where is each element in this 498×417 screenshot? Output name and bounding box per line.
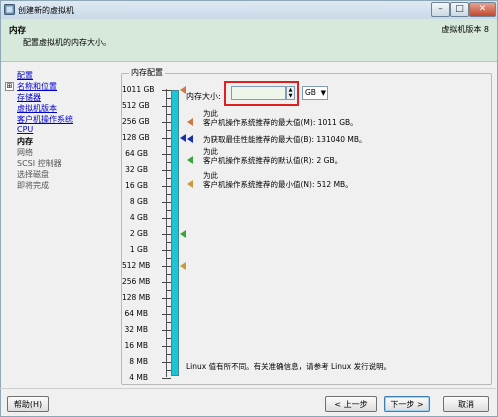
- scale-label: 512 MB: [122, 261, 151, 270]
- info-min-recommended: 客户机操作系统推荐的最小值(N): 512 MB。: [203, 180, 353, 189]
- memory-spinner[interactable]: ▲ ▼: [286, 86, 295, 100]
- scale-label: 2 GB: [129, 229, 148, 238]
- hardware-version-label: 虚拟机版本 8: [441, 25, 489, 34]
- page-title: 内存: [9, 26, 27, 36]
- next-button[interactable]: 下一步 >: [384, 396, 430, 412]
- info-default-recommended: 客户机操作系统推荐的默认值(R): 2 GB。: [203, 156, 343, 165]
- step-ready: 即将完成: [17, 181, 49, 190]
- vmware-app-icon: [4, 4, 15, 15]
- dropdown-arrow-icon: ▼: [320, 89, 326, 97]
- scale-label: 128 GB: [122, 133, 150, 142]
- scale-label: 64 MB: [124, 309, 148, 318]
- step-configuration[interactable]: 配置: [17, 70, 33, 81]
- step-network: 网络: [17, 148, 33, 157]
- scale-label: 512 GB: [122, 101, 150, 110]
- scale-label: 256 MB: [122, 277, 151, 286]
- scale-axis-line: [166, 89, 167, 377]
- step-cpu[interactable]: CPU: [17, 125, 33, 134]
- scale-label: 16 GB: [125, 181, 148, 190]
- title-bar[interactable]: 创建新的虚拟机 – □ ✕: [1, 1, 497, 19]
- step-scsi-controller: SCSI 控制器: [17, 159, 62, 168]
- scale-tick: [162, 378, 171, 379]
- wizard-header: 内存 配置虚拟机的内存大小。 虚拟机版本 8: [1, 19, 497, 62]
- default-level-marker-icon: [180, 230, 186, 238]
- step-guest-os[interactable]: 客户机操作系统: [17, 114, 73, 125]
- scale-label: 4 MB: [129, 373, 148, 382]
- info-best-performance: 为获取最佳性能推荐的最大值(B): 131040 MB。: [203, 135, 367, 144]
- minimize-icon: –: [438, 4, 443, 14]
- memory-unit-value: GB: [305, 88, 316, 97]
- default-recommended-marker-icon: [187, 156, 193, 164]
- scale-label: 32 MB: [124, 325, 148, 334]
- scale-label: 4 GB: [129, 213, 148, 222]
- scale-label: 8 MB: [129, 357, 148, 366]
- memory-slider-track[interactable]: [171, 90, 179, 376]
- scale-label: 256 GB: [122, 117, 150, 126]
- min-level-marker-icon: [180, 262, 186, 270]
- memory-size-input[interactable]: [231, 86, 286, 100]
- linux-note: Linux 值有所不同。有关准确信息，请参考 Linux 发行说明。: [186, 362, 392, 371]
- memory-size-label: 内存大小:: [186, 92, 221, 101]
- step-memory: 内存: [17, 137, 33, 146]
- maximize-button[interactable]: □: [450, 2, 469, 17]
- scale-label: 8 GB: [129, 197, 148, 206]
- step-select-disk: 选择磁盘: [17, 170, 49, 179]
- help-button[interactable]: 帮助(H): [7, 396, 49, 412]
- page-subtitle: 配置虚拟机的内存大小。: [23, 38, 111, 47]
- minimize-button[interactable]: –: [431, 2, 450, 17]
- info-max-recommended: 客户机操作系统推荐的最大值(M): 1011 GB。: [203, 118, 358, 127]
- scale-label: 1011 GB: [122, 85, 155, 94]
- step-name-location[interactable]: 名称和位置: [17, 81, 57, 92]
- scale-label: 16 MB: [124, 341, 148, 350]
- scale-label: 64 GB: [125, 149, 148, 158]
- maximize-icon: □: [455, 4, 464, 14]
- memory-unit-select[interactable]: GB ▼: [302, 86, 328, 100]
- back-button[interactable]: < 上一步: [325, 396, 377, 412]
- step-vm-version[interactable]: 虚拟机版本: [17, 103, 57, 114]
- spin-down-icon[interactable]: ▼: [287, 93, 294, 99]
- max-recommended-marker-icon: [187, 118, 193, 126]
- best-level-marker-icon: [180, 134, 186, 142]
- step-storage[interactable]: 存储器: [17, 92, 41, 103]
- scale-label: 1 GB: [129, 245, 148, 254]
- scale-label: 32 GB: [125, 165, 148, 174]
- close-button[interactable]: ✕: [469, 2, 496, 17]
- window-title: 创建新的虚拟机: [18, 6, 74, 15]
- close-icon: ✕: [478, 4, 487, 14]
- expand-icon[interactable]: ⊞: [5, 82, 14, 91]
- best-performance-marker-icon: [187, 135, 193, 143]
- memory-config-label: 内存配置: [129, 67, 165, 78]
- scale-label: 128 MB: [122, 293, 151, 302]
- min-recommended-marker-icon: [187, 180, 193, 188]
- cancel-button[interactable]: 取消: [443, 396, 489, 412]
